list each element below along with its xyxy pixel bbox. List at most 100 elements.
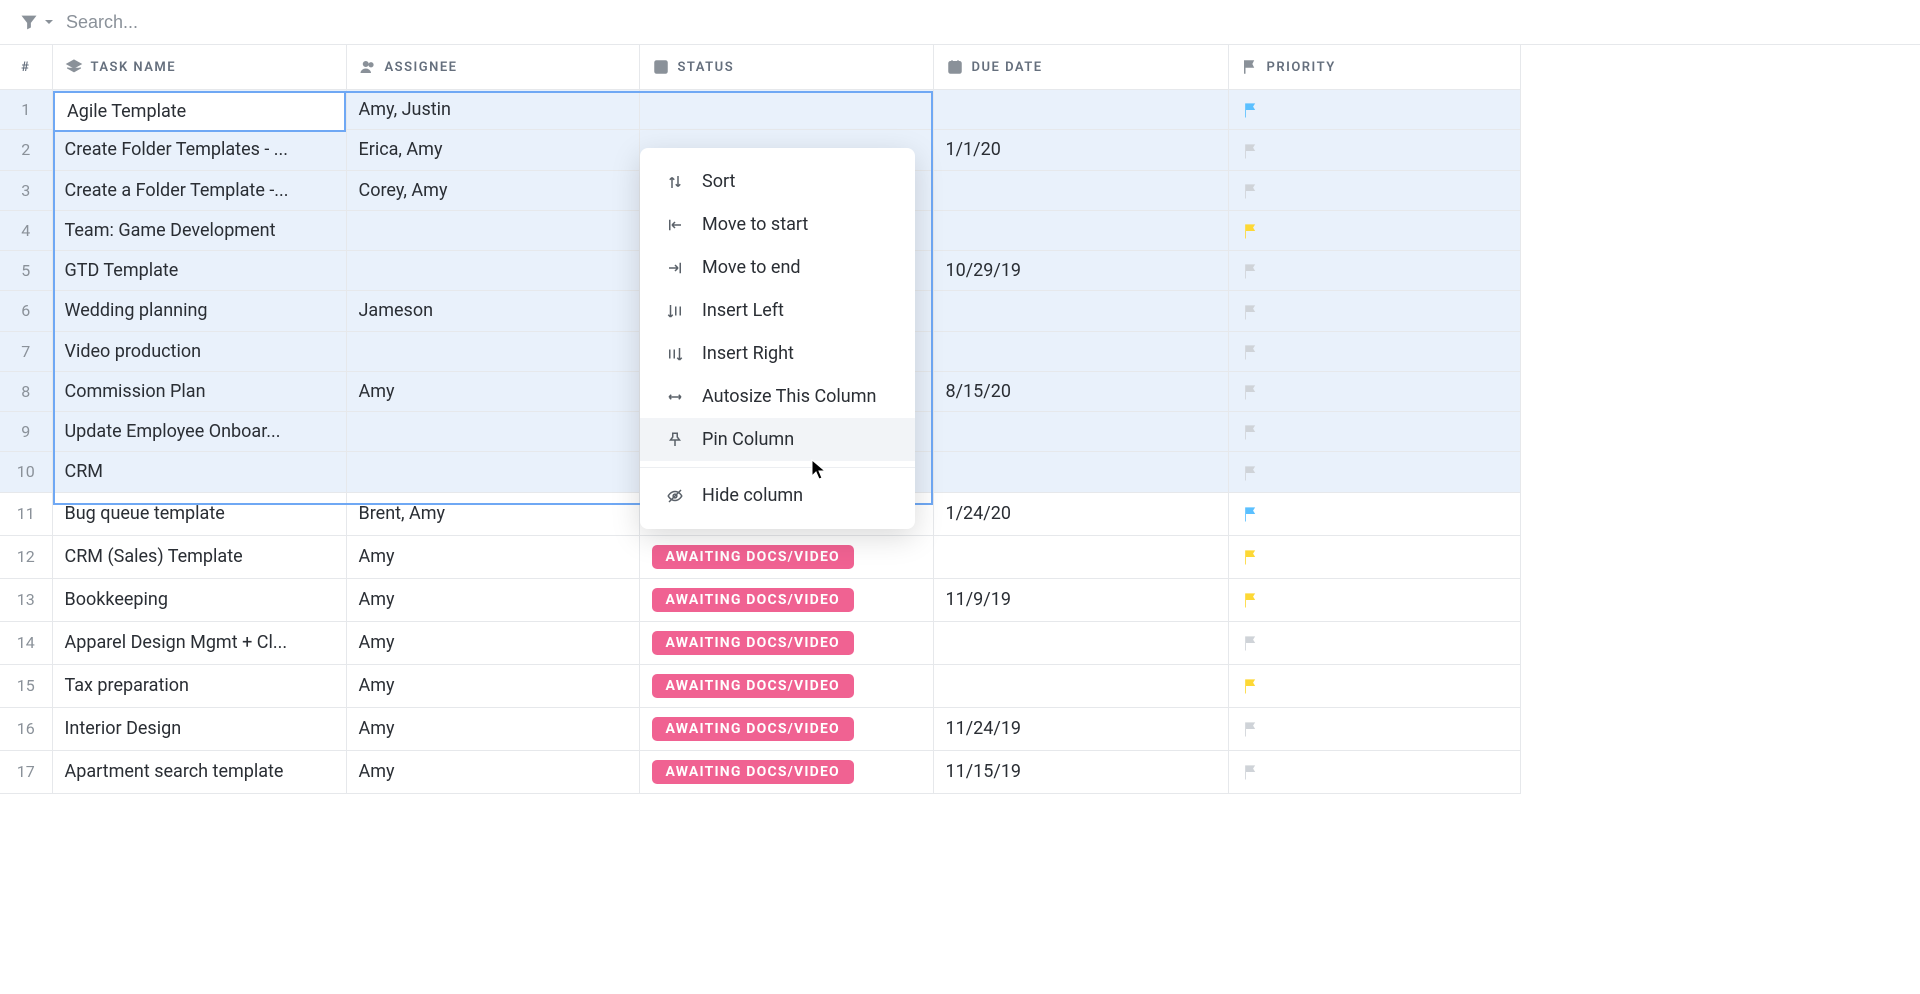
task-cell[interactable]: Tax preparation: [52, 664, 346, 707]
status-cell[interactable]: AWAITING DOCS/VIDEO: [639, 664, 933, 707]
due-cell[interactable]: 11/9/19: [933, 578, 1228, 621]
due-cell[interactable]: [933, 331, 1228, 371]
due-cell[interactable]: 8/15/20: [933, 371, 1228, 411]
assignee-cell[interactable]: Amy: [346, 621, 639, 664]
row-number[interactable]: 1: [0, 90, 52, 130]
row-number[interactable]: 15: [0, 664, 52, 707]
task-cell[interactable]: Bug queue template: [52, 492, 346, 535]
assignee-cell[interactable]: Amy, Justin: [346, 90, 639, 130]
priority-cell[interactable]: [1228, 90, 1520, 130]
priority-cell[interactable]: [1228, 130, 1520, 170]
row-number[interactable]: 10: [0, 452, 52, 492]
col-header-priority[interactable]: PRIORITY: [1228, 45, 1520, 90]
assignee-cell[interactable]: Amy: [346, 535, 639, 578]
due-cell[interactable]: [933, 170, 1228, 210]
due-cell[interactable]: [933, 90, 1228, 130]
assignee-cell[interactable]: Amy: [346, 371, 639, 411]
task-cell[interactable]: Team: Game Development: [52, 210, 346, 250]
priority-cell[interactable]: [1228, 371, 1520, 411]
due-cell[interactable]: [933, 210, 1228, 250]
ctx-autosize[interactable]: Autosize This Column: [640, 375, 915, 418]
due-cell[interactable]: [933, 664, 1228, 707]
col-header-number[interactable]: #: [0, 45, 52, 90]
due-cell[interactable]: [933, 452, 1228, 492]
col-header-status[interactable]: STATUS: [639, 45, 933, 90]
task-cell[interactable]: Commission Plan: [52, 371, 346, 411]
row-number[interactable]: 12: [0, 535, 52, 578]
row-number[interactable]: 17: [0, 750, 52, 793]
task-cell[interactable]: Update Employee Onboar...: [52, 412, 346, 452]
assignee-cell[interactable]: Amy: [346, 707, 639, 750]
priority-cell[interactable]: [1228, 452, 1520, 492]
task-cell[interactable]: CRM (Sales) Template: [52, 535, 346, 578]
status-cell[interactable]: AWAITING DOCS/VIDEO: [639, 707, 933, 750]
due-cell[interactable]: [933, 291, 1228, 331]
task-cell[interactable]: Interior Design: [52, 707, 346, 750]
task-cell[interactable]: Video production: [52, 331, 346, 371]
priority-cell[interactable]: [1228, 578, 1520, 621]
row-number[interactable]: 14: [0, 621, 52, 664]
priority-cell[interactable]: [1228, 251, 1520, 291]
ctx-pin[interactable]: Pin Column: [640, 418, 915, 461]
assignee-cell[interactable]: Jameson: [346, 291, 639, 331]
assignee-cell[interactable]: [346, 210, 639, 250]
row-number[interactable]: 5: [0, 251, 52, 291]
status-cell[interactable]: [639, 90, 933, 130]
assignee-cell[interactable]: Amy: [346, 750, 639, 793]
assignee-cell[interactable]: Brent, Amy: [346, 492, 639, 535]
due-cell[interactable]: [933, 621, 1228, 664]
ctx-move-start[interactable]: Move to start: [640, 203, 915, 246]
priority-cell[interactable]: [1228, 412, 1520, 452]
due-cell[interactable]: [933, 535, 1228, 578]
row-number[interactable]: 9: [0, 412, 52, 452]
task-cell[interactable]: Create a Folder Template -...: [52, 170, 346, 210]
assignee-cell[interactable]: [346, 412, 639, 452]
status-cell[interactable]: AWAITING DOCS/VIDEO: [639, 621, 933, 664]
assignee-cell[interactable]: Amy: [346, 664, 639, 707]
ctx-insert-left[interactable]: Insert Left: [640, 289, 915, 332]
priority-cell[interactable]: [1228, 170, 1520, 210]
row-number[interactable]: 4: [0, 210, 52, 250]
due-cell[interactable]: 10/29/19: [933, 251, 1228, 291]
priority-cell[interactable]: [1228, 664, 1520, 707]
task-cell[interactable]: CRM: [52, 452, 346, 492]
task-cell[interactable]: GTD Template: [52, 251, 346, 291]
priority-cell[interactable]: [1228, 210, 1520, 250]
row-number[interactable]: 2: [0, 130, 52, 170]
assignee-cell[interactable]: Amy: [346, 578, 639, 621]
priority-cell[interactable]: [1228, 621, 1520, 664]
assignee-cell[interactable]: Erica, Amy: [346, 130, 639, 170]
status-cell[interactable]: AWAITING DOCS/VIDEO: [639, 578, 933, 621]
task-cell[interactable]: Bookkeeping: [52, 578, 346, 621]
priority-cell[interactable]: [1228, 707, 1520, 750]
ctx-move-end[interactable]: Move to end: [640, 246, 915, 289]
row-number[interactable]: 3: [0, 170, 52, 210]
ctx-hide[interactable]: Hide column: [640, 474, 915, 517]
filter-button[interactable]: [20, 13, 54, 31]
row-number[interactable]: 8: [0, 371, 52, 411]
row-number[interactable]: 7: [0, 331, 52, 371]
priority-cell[interactable]: [1228, 331, 1520, 371]
assignee-cell[interactable]: [346, 331, 639, 371]
status-cell[interactable]: AWAITING DOCS/VIDEO: [639, 535, 933, 578]
priority-cell[interactable]: [1228, 535, 1520, 578]
row-number[interactable]: 13: [0, 578, 52, 621]
task-cell[interactable]: Create Folder Templates - ...: [52, 130, 346, 170]
ctx-insert-right[interactable]: Insert Right: [640, 332, 915, 375]
due-cell[interactable]: 11/24/19: [933, 707, 1228, 750]
priority-cell[interactable]: [1228, 492, 1520, 535]
task-cell[interactable]: Agile Template: [52, 90, 346, 130]
status-cell[interactable]: AWAITING DOCS/VIDEO: [639, 750, 933, 793]
due-cell[interactable]: 1/1/20: [933, 130, 1228, 170]
col-header-assignee[interactable]: ASSIGNEE: [346, 45, 639, 90]
priority-cell[interactable]: [1228, 750, 1520, 793]
task-cell[interactable]: Wedding planning: [52, 291, 346, 331]
col-header-due[interactable]: DUE DATE: [933, 45, 1228, 90]
ctx-sort[interactable]: Sort: [640, 160, 915, 203]
row-number[interactable]: 16: [0, 707, 52, 750]
task-cell[interactable]: Apparel Design Mgmt + Cl...: [52, 621, 346, 664]
assignee-cell[interactable]: [346, 452, 639, 492]
row-number[interactable]: 6: [0, 291, 52, 331]
priority-cell[interactable]: [1228, 291, 1520, 331]
search-input[interactable]: [66, 12, 366, 33]
